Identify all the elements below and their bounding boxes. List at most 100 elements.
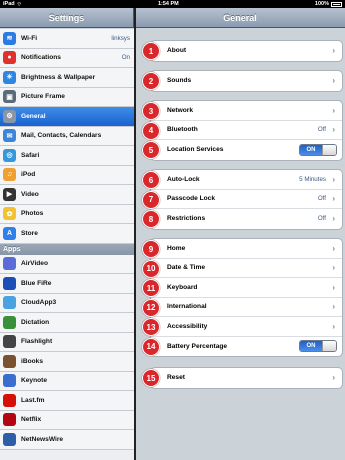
sidebar-item-notifications[interactable]: ● Notifications On (0, 48, 134, 68)
row-label: Network (167, 106, 194, 114)
sidebar-app-label: Blue FiRe (21, 279, 52, 287)
sidebar-item-brightness-wallpaper[interactable]: ☀ Brightness & Wallpaper (0, 68, 134, 88)
toggle-knob (322, 144, 336, 155)
lastfm-icon (3, 393, 16, 407)
chevron-right-icon: › (332, 194, 335, 204)
gear-icon: ⚙ (3, 109, 16, 123)
row-battery-percentage[interactable]: Battery Percentage ON 14 (142, 337, 342, 357)
toggle-switch[interactable]: ON (299, 143, 337, 156)
row-restrictions[interactable]: Restrictions Off › 8 (142, 209, 342, 229)
sidebar-item-label: Store (21, 229, 38, 237)
number-badge: 10 (142, 259, 160, 278)
chevron-right-icon: › (332, 76, 335, 86)
store-icon: A (3, 226, 16, 240)
photos-icon: ✿ (3, 207, 16, 221)
row-auto-lock[interactable]: Auto-Lock 5 Minutes › 6 (142, 170, 342, 190)
sidebar-app-flashlight[interactable]: Flashlight (0, 332, 134, 352)
row-keyboard[interactable]: Keyboard › 11 (142, 278, 342, 298)
row-value: 5 Minutes (299, 175, 326, 183)
sidebar-item-label: Video (21, 190, 39, 198)
netflix-icon (3, 413, 16, 427)
bluefire-icon (3, 276, 16, 290)
row-network[interactable]: Network › 3 (142, 101, 342, 121)
sidebar-app-label: Keynote (21, 377, 48, 385)
toggle-switch[interactable]: ON (299, 340, 337, 353)
ibooks-icon (3, 354, 16, 368)
row-label: Passcode Lock (167, 195, 216, 203)
sidebar-item-value: On (121, 54, 130, 62)
sidebar-item-label: Safari (21, 151, 40, 159)
settings-group: Auto-Lock 5 Minutes › 6 Passcode Lock Off › 7 Re… (142, 169, 343, 230)
sidebar-app-keynote[interactable]: Keynote (0, 371, 134, 391)
row-label: Battery Percentage (167, 342, 228, 350)
sidebar-item-mail-contacts-calendars[interactable]: ✉ Mail, Contacts, Calendars (0, 126, 134, 146)
chevron-right-icon: › (332, 125, 335, 135)
row-label: Accessibility (167, 322, 208, 330)
chevron-right-icon: › (332, 46, 335, 56)
row-home[interactable]: Home › 9 (142, 239, 342, 259)
chevron-right-icon: › (332, 105, 335, 115)
row-bluetooth[interactable]: Bluetooth Off › 4 (142, 121, 342, 140)
sidebar-app-airvideo[interactable]: AirVideo (0, 254, 134, 274)
row-label: Home (167, 244, 186, 252)
safari-icon: ◎ (3, 148, 16, 162)
sidebar-app-blue-fire[interactable]: Blue FiRe (0, 274, 134, 294)
apps-section-header: Apps (0, 243, 134, 255)
sidebar-app-last-fm[interactable]: Last.fm (0, 391, 134, 411)
sidebar-app-label: Last.fm (21, 396, 45, 404)
airvideo-icon (3, 257, 16, 271)
mail-icon: ✉ (3, 129, 16, 143)
sidebar-app-label: iBooks (21, 357, 43, 365)
sidebar-app-cloudapp3[interactable]: CloudApp3 (0, 293, 134, 313)
chevron-right-icon: › (332, 282, 335, 292)
row-value: Off (317, 215, 326, 223)
number-badge: 14 (142, 337, 160, 356)
video-icon: ▶ (3, 187, 16, 201)
sidebar-app-dictation[interactable]: Dictation (0, 313, 134, 333)
sidebar-item-label: Wi-Fi (21, 34, 38, 42)
sidebar-item-video[interactable]: ▶ Video (0, 185, 134, 205)
sidebar-item-picture-frame[interactable]: ▣ Picture Frame (0, 87, 134, 107)
row-international[interactable]: International › 12 (142, 298, 342, 317)
sidebar-app-label: AirVideo (21, 260, 48, 268)
chevron-right-icon: › (332, 373, 335, 383)
sidebar-app-netflix[interactable]: Netflix (0, 410, 134, 430)
row-label: About (167, 47, 187, 55)
sidebar-item-photos[interactable]: ✿ Photos (0, 204, 134, 224)
row-date-time[interactable]: Date & Time › 10 (142, 259, 342, 278)
number-badge: 6 (142, 171, 160, 189)
status-time: 1:54 PM (157, 1, 179, 7)
number-badge: 2 (142, 72, 160, 90)
settings-group: About › 1 (142, 40, 343, 62)
row-accessibility[interactable]: Accessibility › 13 (142, 317, 342, 337)
wifi-signal-icon: ⌔ (16, 1, 22, 8)
sidebar-item-general[interactable]: ⚙ General (0, 107, 134, 127)
settings-title: Settings (48, 12, 85, 23)
row-passcode-lock[interactable]: Passcode Lock Off › 7 (142, 190, 342, 209)
sidebar-app-ibooks[interactable]: iBooks (0, 352, 134, 372)
brightness-icon: ☀ (3, 70, 16, 84)
chevron-right-icon: › (332, 243, 335, 253)
picture-frame-icon: ▣ (3, 90, 16, 104)
sidebar-app-label: NetNewsWire (21, 435, 64, 443)
sidebar-item-label: Photos (21, 210, 44, 218)
sidebar-app-netnewswire[interactable]: NetNewsWire (0, 430, 134, 450)
sidebar-item-wi-fi[interactable]: ≋ Wi-Fi linksys (0, 29, 134, 49)
sidebar-app-label: Netflix (21, 416, 42, 424)
row-label: Restrictions (167, 215, 206, 223)
general-settings-panel: About › 1 Sounds › 2 Network › 3 Bluetooth Off › 4 Lo… (136, 29, 345, 460)
sidebar-app-label: Flashlight (21, 338, 53, 346)
sidebar-item-ipod[interactable]: ♫ iPod (0, 165, 134, 185)
sidebar-item-safari[interactable]: ◎ Safari (0, 146, 134, 166)
row-value: Off (317, 195, 326, 203)
row-label: Keyboard (167, 283, 198, 291)
row-label: Auto-Lock (167, 175, 200, 183)
row-label: Reset (167, 374, 185, 382)
row-about[interactable]: About › 1 (142, 41, 342, 61)
dictation-icon (3, 315, 16, 329)
settings-nav-bar: Settings (0, 8, 134, 28)
sidebar-item-store[interactable]: A Store (0, 224, 134, 244)
row-reset[interactable]: Reset › 15 (142, 368, 342, 388)
row-sounds[interactable]: Sounds › 2 (142, 71, 342, 91)
row-location-services[interactable]: Location Services ON 5 (142, 140, 342, 160)
